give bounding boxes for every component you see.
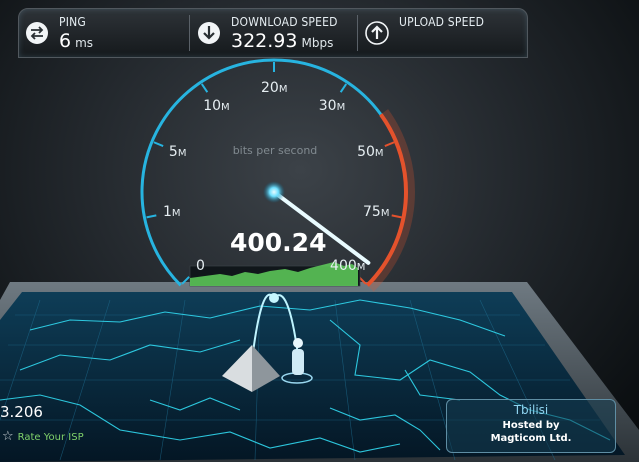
gauge-tick-label: 0 <box>196 258 205 274</box>
gauge-tick-mark <box>339 83 348 93</box>
ping-value-row: 6 ms <box>59 30 93 52</box>
gauge-tick-label: 20M <box>261 80 287 96</box>
rate-isp-link[interactable]: ☆ Rate Your ISP <box>2 429 84 444</box>
star-icon: ☆ <box>2 429 14 444</box>
tick-number: 30 <box>318 97 337 114</box>
tick-unit: M <box>374 148 384 160</box>
tick-number: 10 <box>203 97 222 114</box>
upload-arrow-icon <box>365 21 389 45</box>
tick-number: 75 <box>363 204 381 221</box>
upload-stat: UPLOAD SPEED <box>359 9 527 57</box>
server-city: Tbilisi <box>513 403 549 417</box>
tick-unit: M <box>177 148 187 160</box>
gauge-tick-mark <box>146 214 157 219</box>
stats-divider <box>357 15 358 51</box>
tick-number: 1 <box>162 204 172 221</box>
speedtest-stage: PING 6 ms DOWNLOAD SPEED 322.93 Mbps UPLOA… <box>0 0 639 462</box>
gauge-tick-label: 5M <box>169 144 187 160</box>
stats-divider <box>189 15 190 51</box>
ping-label: PING <box>59 15 86 29</box>
gauge-tick-label: 30M <box>319 98 345 114</box>
server-info-box[interactable]: Tbilisi Hosted by Magticom Ltd. <box>446 399 616 453</box>
gauge-tick-label: 10M <box>203 98 229 114</box>
download-value: 322.93 <box>231 30 298 52</box>
gauge-subtitle: bits per second <box>232 144 318 157</box>
tick-number: 0 <box>195 257 205 274</box>
tick-number: 50 <box>357 144 375 161</box>
upload-label: UPLOAD SPEED <box>399 15 485 29</box>
tick-unit: M <box>221 101 230 113</box>
tick-number: 20 <box>261 80 279 96</box>
gauge-tick-mark <box>391 214 402 219</box>
download-arrow-icon <box>198 22 220 44</box>
tick-unit: M <box>171 208 181 220</box>
current-speed-value: 400.24 <box>230 228 327 257</box>
download-value-row: 322.93 Mbps <box>231 30 333 52</box>
tick-number: 5 <box>168 144 178 161</box>
hosted-by-label: Hosted by <box>502 420 560 431</box>
host-name: Magticom Ltd. <box>490 433 572 444</box>
gauge-tick-label: 400M <box>330 258 365 274</box>
tick-unit: M <box>336 101 346 113</box>
tick-number: 400 <box>330 257 357 274</box>
tick-unit: M <box>278 84 288 95</box>
stats-panel: PING 6 ms DOWNLOAD SPEED 322.93 Mbps UPLOA… <box>18 8 528 58</box>
tick-unit: M <box>356 261 366 273</box>
tick-unit: M <box>380 208 390 220</box>
gauge-tick-label: 1M <box>163 204 181 220</box>
ping-arrows-icon <box>26 22 48 44</box>
download-unit: Mbps <box>301 36 334 50</box>
gauge-hub <box>263 181 285 203</box>
ping-value: 6 <box>59 30 72 52</box>
gauge-tick-mark <box>200 83 209 93</box>
gauge-tick-label: 75M <box>363 204 389 220</box>
download-stat: DOWNLOAD SPEED 322.93 Mbps <box>191 9 357 57</box>
server-host: Hosted by Magticom Ltd. <box>447 419 615 445</box>
rate-isp-label: Rate Your ISP <box>17 432 84 443</box>
ping-stat: PING 6 ms <box>19 9 187 57</box>
download-label: DOWNLOAD SPEED <box>231 15 338 29</box>
isp-value: 3.206 <box>0 403 43 421</box>
gauge-tick-label: 50M <box>357 144 383 160</box>
connection-node <box>269 293 279 303</box>
ping-unit: ms <box>75 36 94 50</box>
